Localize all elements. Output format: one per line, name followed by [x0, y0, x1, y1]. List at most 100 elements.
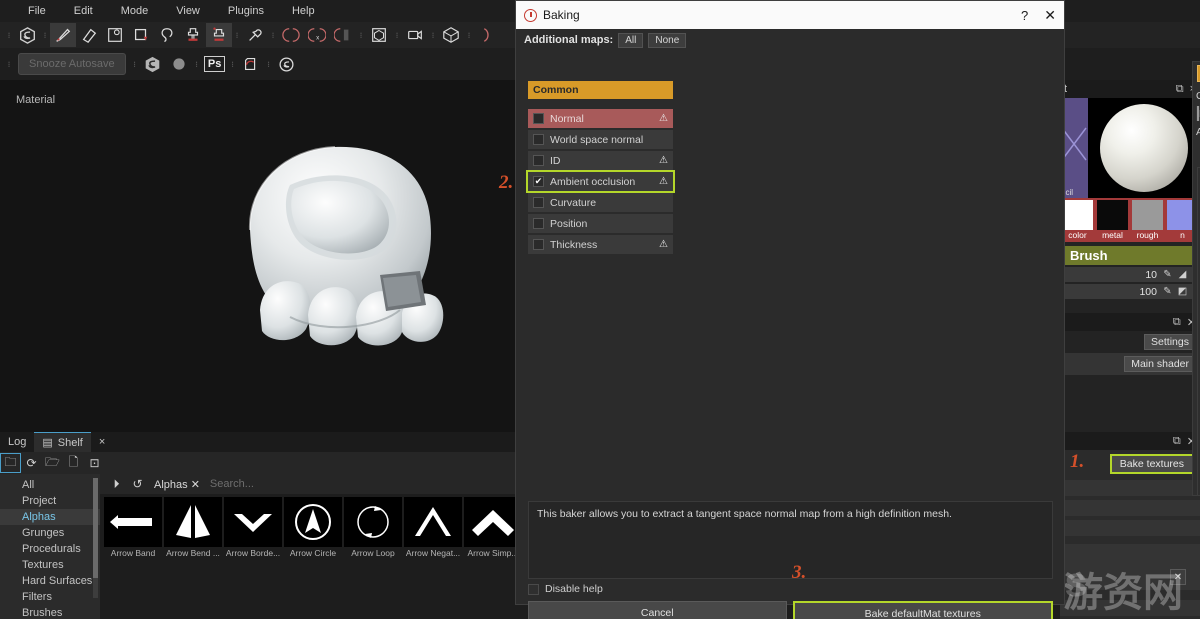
sphere-preview-icon[interactable]: [166, 52, 192, 76]
cube-icon[interactable]: [438, 23, 464, 47]
drag-handle-icon[interactable]: ⁝: [464, 24, 474, 46]
tab-shelf[interactable]: ▤ Shelf: [34, 432, 90, 452]
shelf-close-button[interactable]: ×: [91, 432, 113, 452]
eraser-icon[interactable]: [76, 23, 102, 47]
symmetry-icon[interactable]: [278, 23, 304, 47]
drag-handle-icon[interactable]: ⁝: [268, 24, 278, 46]
pressure-icon[interactable]: ◢: [1175, 269, 1190, 280]
fill-icon[interactable]: [128, 23, 154, 47]
refresh-icon[interactable]: ⟳: [21, 453, 42, 473]
shelf-category-textures[interactable]: Textures: [0, 557, 100, 573]
menu-item-mode[interactable]: Mode: [121, 5, 149, 17]
brush-section-header[interactable]: Brush: [1064, 246, 1192, 265]
map-checkbox[interactable]: [533, 113, 544, 124]
pencil-icon[interactable]: ✎: [1160, 286, 1175, 297]
send-to-icon[interactable]: [238, 52, 264, 76]
drag-handle-icon[interactable]: ⁝: [4, 53, 14, 75]
settings-row[interactable]: [1060, 600, 1200, 616]
drag-handle-icon[interactable]: ⁝: [428, 24, 438, 46]
clone-stamp-icon[interactable]: [180, 23, 206, 47]
shelf-category-brushes[interactable]: Brushes: [0, 605, 100, 619]
map-row-normal[interactable]: Normal ⚠: [528, 109, 673, 128]
snooze-autosave-button[interactable]: Snooze Autosave: [18, 53, 126, 75]
map-row-world-space-normal[interactable]: World space normal: [528, 130, 673, 149]
drag-handle-icon[interactable]: ⁝: [264, 53, 274, 75]
eyedropper-icon[interactable]: [242, 23, 268, 47]
shelf-category-all[interactable]: All: [0, 477, 100, 493]
shelf-search-input[interactable]: Search...: [210, 478, 254, 490]
fist-mesh-model[interactable]: [230, 125, 470, 385]
pencil-icon[interactable]: ✎: [1160, 269, 1175, 280]
undock-icon[interactable]: ⧉: [1173, 435, 1181, 448]
brush-flow-row[interactable]: 100 ✎ ◩: [1060, 284, 1192, 299]
export-icon[interactable]: ⊡: [84, 453, 105, 473]
disable-help-row[interactable]: Disable help: [528, 583, 603, 595]
swatch-metal[interactable]: metal: [1095, 198, 1130, 242]
drag-handle-icon[interactable]: ⁝: [392, 24, 402, 46]
shelf-category-hard-surfaces[interactable]: Hard Surfaces: [0, 573, 100, 589]
category-scrollbar[interactable]: [93, 478, 98, 598]
swatch-rough[interactable]: rough: [1130, 198, 1165, 242]
logo-icon[interactable]: [14, 23, 40, 47]
menu-item-view[interactable]: View: [176, 5, 200, 17]
cube-uv-icon[interactable]: [366, 23, 392, 47]
list-item[interactable]: Arrow Loop: [344, 497, 402, 558]
select-all-maps-button[interactable]: All: [618, 33, 643, 48]
settings-button[interactable]: Settings: [1144, 334, 1196, 350]
map-checkbox[interactable]: ✔: [533, 176, 544, 187]
drag-handle-icon[interactable]: ⁝: [356, 24, 366, 46]
photoshop-icon[interactable]: Ps: [202, 52, 228, 76]
filter-icon[interactable]: ⏵: [106, 474, 127, 494]
shelf-category-project[interactable]: Project: [0, 493, 100, 509]
shelf-category-filters[interactable]: Filters: [0, 589, 100, 605]
select-none-maps-button[interactable]: None: [648, 33, 686, 48]
map-checkbox[interactable]: [533, 197, 544, 208]
symmetry-x-icon[interactable]: x: [304, 23, 330, 47]
parameters-pane[interactable]: ∨ Common parameters Output Size 2048 🔒 2…: [1192, 61, 1200, 496]
disable-help-checkbox[interactable]: [528, 584, 539, 595]
help-icon[interactable]: ?: [1021, 8, 1028, 23]
settings-row[interactable]: [1060, 480, 1200, 496]
menu-item-help[interactable]: Help: [292, 5, 315, 17]
settings-row[interactable]: [1060, 520, 1200, 536]
bake-textures-button[interactable]: Bake textures: [1110, 454, 1194, 474]
brush-size-row[interactable]: 10 ✎ ◢: [1060, 267, 1192, 282]
map-row-ambient-occlusion[interactable]: ✔ Ambient occlusion ⚠: [528, 172, 673, 191]
drag-handle-icon[interactable]: ⁝: [192, 53, 202, 75]
list-item[interactable]: Arrow Simp...: [464, 497, 522, 558]
undo-filter-icon[interactable]: ↺: [127, 474, 148, 494]
close-icon[interactable]: ✕: [1044, 7, 1056, 24]
substance-source-icon[interactable]: [274, 52, 300, 76]
shelf-category-grunges[interactable]: Grunges: [0, 525, 100, 541]
add-folder-icon[interactable]: 🗁: [42, 453, 63, 473]
camera-icon[interactable]: [402, 23, 428, 47]
map-checkbox[interactable]: [533, 155, 544, 166]
folder-icon[interactable]: 🗀: [0, 453, 21, 473]
paint-brush-icon[interactable]: [50, 23, 76, 47]
list-item[interactable]: Arrow Circle: [284, 497, 342, 558]
drag-handle-icon[interactable]: ⁝: [228, 53, 238, 75]
projection-icon[interactable]: [102, 23, 128, 47]
settings-row[interactable]: [1060, 500, 1200, 516]
menu-item-file[interactable]: File: [28, 5, 46, 17]
remove-channel-button[interactable]: ✕: [1170, 569, 1186, 585]
drag-handle-icon[interactable]: ⁝: [232, 24, 242, 46]
symmetry-plane-icon[interactable]: [330, 23, 356, 47]
map-row-position[interactable]: Position: [528, 214, 673, 233]
map-row-curvature[interactable]: Curvature: [528, 193, 673, 212]
dilation-width-slider[interactable]: Dilation width 1 ✎: [1196, 106, 1200, 121]
list-item[interactable]: Arrow Negat...: [404, 497, 462, 558]
map-row-id[interactable]: ID ⚠: [528, 151, 673, 170]
slider-handle[interactable]: [1197, 106, 1199, 121]
filter-chip-alphas[interactable]: Alphas ✕: [154, 478, 200, 491]
bake-textures-confirm-button[interactable]: Bake defaultMat textures: [793, 601, 1054, 619]
list-item[interactable]: Arrow Borde...: [224, 497, 282, 558]
material-sphere-preview[interactable]: [1088, 98, 1200, 198]
undock-icon[interactable]: ⧉: [1176, 83, 1184, 96]
drag-handle-icon[interactable]: ⁝: [130, 53, 140, 75]
curve-icon[interactable]: [474, 23, 500, 47]
drag-handle-icon[interactable]: ⁝: [4, 24, 14, 46]
substance-logo-icon[interactable]: [140, 52, 166, 76]
map-checkbox[interactable]: [533, 239, 544, 250]
map-row-thickness[interactable]: Thickness ⚠: [528, 235, 673, 254]
